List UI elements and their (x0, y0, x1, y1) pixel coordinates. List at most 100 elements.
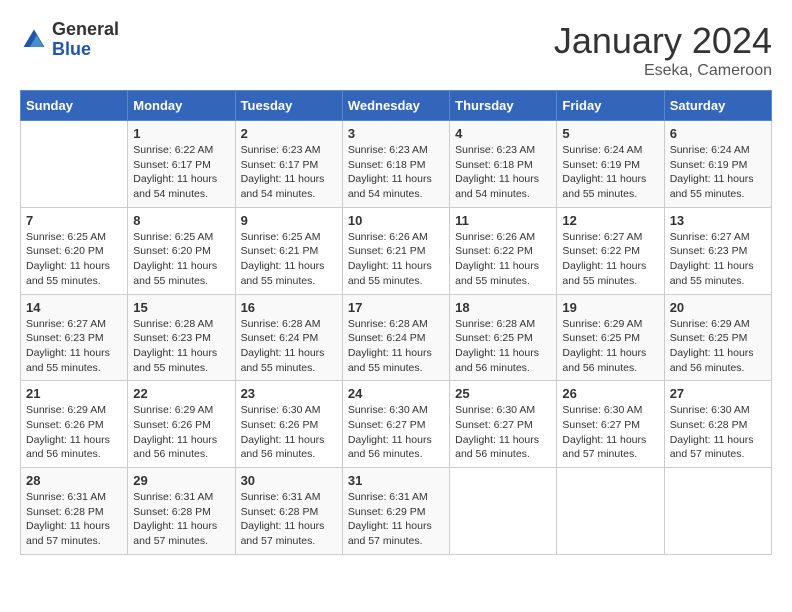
day-number: 16 (241, 300, 337, 315)
day-info: Sunrise: 6:27 AM Sunset: 6:23 PM Dayligh… (670, 230, 766, 289)
calendar-cell: 11Sunrise: 6:26 AM Sunset: 6:22 PM Dayli… (450, 207, 557, 294)
day-number: 29 (133, 473, 229, 488)
day-number: 27 (670, 386, 766, 401)
calendar-cell: 27Sunrise: 6:30 AM Sunset: 6:28 PM Dayli… (664, 381, 771, 468)
calendar-cell: 3 Sunrise: 6:23 AM Sunset: 6:18 PM Daylig… (342, 121, 449, 208)
logo-blue-text: Blue (52, 40, 119, 60)
day-number: 2 (241, 126, 337, 141)
day-info: Sunrise: 6:30 AM Sunset: 6:27 PM Dayligh… (348, 403, 444, 462)
day-number: 14 (26, 300, 122, 315)
calendar-cell: 21 Sunrise: 6:29 AM Sunset: 6:26 PM Dayli… (21, 381, 128, 468)
calendar-cell: 25Sunrise: 6:30 AM Sunset: 6:27 PM Dayli… (450, 381, 557, 468)
month-title: January 2024 (554, 20, 772, 62)
calendar-cell: 16 Sunrise: 6:28 AM Sunset: 6:24 PM Dayli… (235, 294, 342, 381)
day-info: Sunrise: 6:31 AM Sunset: 6:29 PM Dayligh… (348, 490, 444, 549)
calendar-cell: 12Sunrise: 6:27 AM Sunset: 6:22 PM Dayli… (557, 207, 664, 294)
day-number: 12 (562, 213, 658, 228)
day-number: 13 (670, 213, 766, 228)
calendar-cell: 23 Sunrise: 6:30 AM Sunset: 6:26 PM Dayli… (235, 381, 342, 468)
day-info: Sunrise: 6:29 AM Sunset: 6:25 PM Dayligh… (670, 317, 766, 376)
day-of-week-header: Saturday (664, 91, 771, 121)
day-info: Sunrise: 6:23 AM Sunset: 6:18 PM Dayligh… (348, 143, 444, 202)
day-number: 25 (455, 386, 551, 401)
calendar-cell: 9Sunrise: 6:25 AM Sunset: 6:21 PM Daylig… (235, 207, 342, 294)
logo-general-text: General (52, 20, 119, 40)
calendar-cell: 20 Sunrise: 6:29 AM Sunset: 6:25 PM Dayli… (664, 294, 771, 381)
day-of-week-header: Friday (557, 91, 664, 121)
day-number: 17 (348, 300, 444, 315)
calendar-cell: 17 Sunrise: 6:28 AM Sunset: 6:24 PM Dayli… (342, 294, 449, 381)
calendar-cell: 18Sunrise: 6:28 AM Sunset: 6:25 PM Dayli… (450, 294, 557, 381)
day-info: Sunrise: 6:24 AM Sunset: 6:19 PM Dayligh… (562, 143, 658, 202)
day-number: 8 (133, 213, 229, 228)
day-number: 24 (348, 386, 444, 401)
day-info: Sunrise: 6:29 AM Sunset: 6:26 PM Dayligh… (133, 403, 229, 462)
day-number: 31 (348, 473, 444, 488)
day-number: 15 (133, 300, 229, 315)
day-number: 7 (26, 213, 122, 228)
calendar-cell: 8 Sunrise: 6:25 AM Sunset: 6:20 PM Daylig… (128, 207, 235, 294)
calendar-cell: 4 Sunrise: 6:23 AM Sunset: 6:18 PM Daylig… (450, 121, 557, 208)
calendar-cell (557, 468, 664, 555)
calendar-cell: 7 Sunrise: 6:25 AM Sunset: 6:20 PM Daylig… (21, 207, 128, 294)
calendar-cell (21, 121, 128, 208)
location-subtitle: Eseka, Cameroon (554, 62, 772, 80)
day-number: 9 (241, 213, 337, 228)
day-info: Sunrise: 6:31 AM Sunset: 6:28 PM Dayligh… (241, 490, 337, 549)
page-header: General Blue January 2024 Eseka, Cameroo… (20, 20, 772, 80)
calendar-cell: 14 Sunrise: 6:27 AM Sunset: 6:23 PM Dayli… (21, 294, 128, 381)
day-number: 23 (241, 386, 337, 401)
day-info: Sunrise: 6:28 AM Sunset: 6:25 PM Dayligh… (455, 317, 551, 376)
day-number: 20 (670, 300, 766, 315)
calendar-week-row: 7 Sunrise: 6:25 AM Sunset: 6:20 PM Daylig… (21, 207, 772, 294)
calendar-week-row: 14 Sunrise: 6:27 AM Sunset: 6:23 PM Dayli… (21, 294, 772, 381)
calendar-cell: 13 Sunrise: 6:27 AM Sunset: 6:23 PM Dayli… (664, 207, 771, 294)
calendar-cell: 31 Sunrise: 6:31 AM Sunset: 6:29 PM Dayli… (342, 468, 449, 555)
calendar-cell (450, 468, 557, 555)
day-number: 28 (26, 473, 122, 488)
calendar-cell: 24 Sunrise: 6:30 AM Sunset: 6:27 PM Dayli… (342, 381, 449, 468)
logo-text: General Blue (52, 20, 119, 60)
day-info: Sunrise: 6:30 AM Sunset: 6:27 PM Dayligh… (562, 403, 658, 462)
calendar-cell: 26Sunrise: 6:30 AM Sunset: 6:27 PM Dayli… (557, 381, 664, 468)
day-number: 10 (348, 213, 444, 228)
day-info: Sunrise: 6:30 AM Sunset: 6:26 PM Dayligh… (241, 403, 337, 462)
day-info: Sunrise: 6:22 AM Sunset: 6:17 PM Dayligh… (133, 143, 229, 202)
day-number: 3 (348, 126, 444, 141)
calendar-cell: 2 Sunrise: 6:23 AM Sunset: 6:17 PM Daylig… (235, 121, 342, 208)
day-number: 11 (455, 213, 551, 228)
day-info: Sunrise: 6:29 AM Sunset: 6:26 PM Dayligh… (26, 403, 122, 462)
calendar-cell: 15 Sunrise: 6:28 AM Sunset: 6:23 PM Dayli… (128, 294, 235, 381)
day-of-week-header: Sunday (21, 91, 128, 121)
day-info: Sunrise: 6:25 AM Sunset: 6:20 PM Dayligh… (133, 230, 229, 289)
day-of-week-header: Wednesday (342, 91, 449, 121)
day-info: Sunrise: 6:28 AM Sunset: 6:23 PM Dayligh… (133, 317, 229, 376)
day-info: Sunrise: 6:28 AM Sunset: 6:24 PM Dayligh… (348, 317, 444, 376)
day-info: Sunrise: 6:23 AM Sunset: 6:17 PM Dayligh… (241, 143, 337, 202)
day-number: 6 (670, 126, 766, 141)
day-of-week-header: Monday (128, 91, 235, 121)
day-number: 5 (562, 126, 658, 141)
calendar-cell: 30 Sunrise: 6:31 AM Sunset: 6:28 PM Dayli… (235, 468, 342, 555)
calendar-cell: 10 Sunrise: 6:26 AM Sunset: 6:21 PM Dayli… (342, 207, 449, 294)
day-info: Sunrise: 6:28 AM Sunset: 6:24 PM Dayligh… (241, 317, 337, 376)
day-of-week-header: Tuesday (235, 91, 342, 121)
day-number: 22 (133, 386, 229, 401)
logo: General Blue (20, 20, 119, 60)
day-info: Sunrise: 6:25 AM Sunset: 6:20 PM Dayligh… (26, 230, 122, 289)
calendar-cell: 28Sunrise: 6:31 AM Sunset: 6:28 PM Dayli… (21, 468, 128, 555)
day-info: Sunrise: 6:27 AM Sunset: 6:23 PM Dayligh… (26, 317, 122, 376)
calendar-week-row: 1 Sunrise: 6:22 AM Sunset: 6:17 PM Daylig… (21, 121, 772, 208)
day-number: 21 (26, 386, 122, 401)
calendar-week-row: 21 Sunrise: 6:29 AM Sunset: 6:26 PM Dayli… (21, 381, 772, 468)
day-number: 1 (133, 126, 229, 141)
day-info: Sunrise: 6:26 AM Sunset: 6:21 PM Dayligh… (348, 230, 444, 289)
calendar-cell: 6Sunrise: 6:24 AM Sunset: 6:19 PM Daylig… (664, 121, 771, 208)
day-number: 19 (562, 300, 658, 315)
day-of-week-header: Thursday (450, 91, 557, 121)
title-block: January 2024 Eseka, Cameroon (554, 20, 772, 80)
calendar-cell: 22 Sunrise: 6:29 AM Sunset: 6:26 PM Dayli… (128, 381, 235, 468)
day-number: 4 (455, 126, 551, 141)
day-info: Sunrise: 6:23 AM Sunset: 6:18 PM Dayligh… (455, 143, 551, 202)
day-number: 30 (241, 473, 337, 488)
